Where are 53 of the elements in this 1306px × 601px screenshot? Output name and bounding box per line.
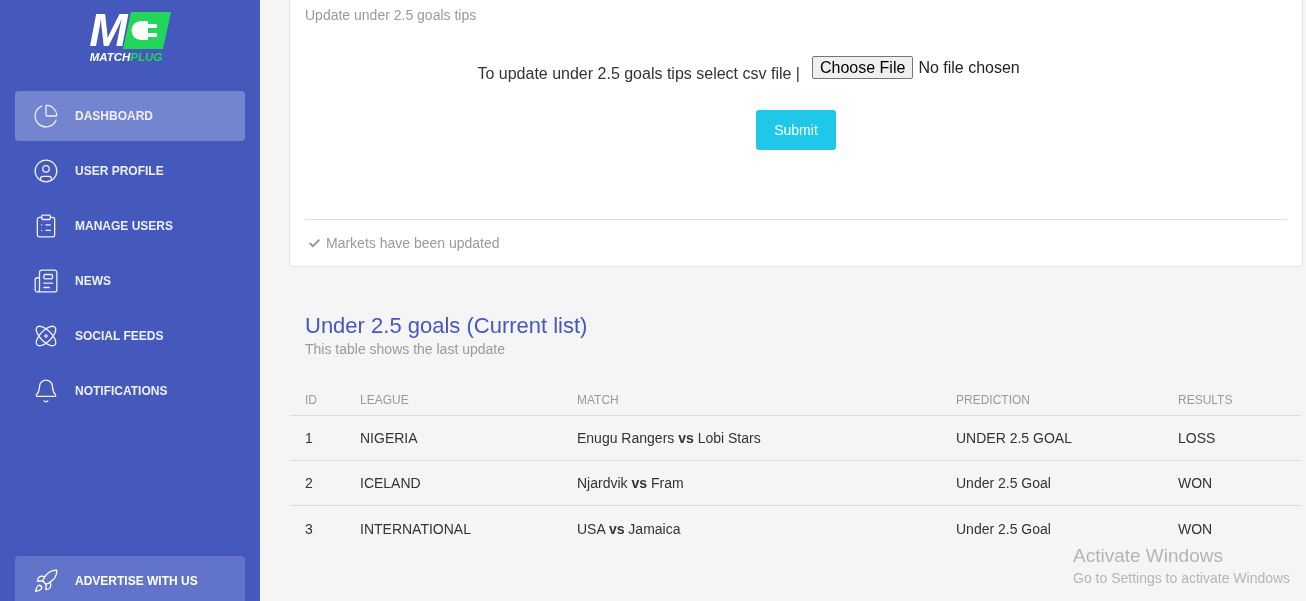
table-cell-text: WON xyxy=(1178,475,1214,491)
check-icon xyxy=(308,236,321,250)
table-cell-text: 2 xyxy=(305,475,314,491)
sidebar-item[interactable]: NOTIFICATIONS xyxy=(15,366,245,416)
sidebar-item-label: NOTIFICATIONS xyxy=(75,384,168,398)
table-cell-text: Enugu Rangers vs Lobi Stars xyxy=(577,430,762,446)
logo-letter: M xyxy=(89,11,126,49)
logo-wordmark: MATCH xyxy=(89,51,131,64)
table-cell-text: INTERNATIONAL xyxy=(360,520,472,537)
table-cell-text: Under 2.5 Goal xyxy=(956,520,1052,537)
sidebar-item[interactable]: NEWS xyxy=(15,256,245,306)
card-subtitle: Update under 2.5 goals tips xyxy=(305,6,478,25)
table-cell-text: LOSS xyxy=(1178,430,1217,446)
section-subtitle: This table shows the last update xyxy=(305,340,506,358)
table-cell-text: Under 2.5 Goal xyxy=(956,475,1052,491)
table-cell-text: ICELAND xyxy=(360,475,422,491)
choose-file-button[interactable]: Choose File xyxy=(812,56,914,79)
sidebar-item-label: MANAGE USERS xyxy=(75,219,173,233)
user-icon xyxy=(33,158,59,184)
table-cell-text: NIGERIA xyxy=(360,430,419,446)
file-status: No file chosen xyxy=(918,58,1020,77)
table-cell-text: WON xyxy=(1178,520,1214,537)
table-cell-text: UNDER 2.5 GOAL xyxy=(956,430,1073,446)
sidebar-item-label: USER PROFILE xyxy=(75,164,164,178)
activation-message: Go to Settings to activate Windows xyxy=(1073,569,1291,588)
column-header: RESULTS xyxy=(1178,392,1234,407)
column-header: LEAGUE xyxy=(360,392,410,407)
advertise-label: ADVERTISE WITH US xyxy=(75,574,198,588)
sidebar-item[interactable]: DASHBOARD xyxy=(15,91,245,141)
column-header: MATCH xyxy=(577,392,620,407)
table-cell-text: USA vs Jamaica xyxy=(577,520,682,537)
column-header: PREDICTION xyxy=(956,392,1031,407)
table-cell-text: 3 xyxy=(305,520,314,537)
rocket-icon xyxy=(33,568,59,594)
sidebar-item[interactable]: USER PROFILE xyxy=(15,146,245,196)
section-title: Under 2.5 goals (Current list) xyxy=(305,313,589,339)
column-header: ID xyxy=(305,392,318,407)
sidebar-item-label: SOCIAL FEEDS xyxy=(75,329,164,343)
newspaper-icon xyxy=(33,268,59,294)
bell-icon xyxy=(33,378,59,404)
sidebar-item[interactable]: MANAGE USERS xyxy=(15,201,245,251)
sidebar-item[interactable]: SOCIAL FEEDS xyxy=(15,311,245,361)
sidebar-item-label: NEWS xyxy=(75,274,111,288)
table-cell-text: 1 xyxy=(305,430,314,446)
atom-icon xyxy=(33,323,59,349)
logo-wordmark: PLUG xyxy=(130,51,163,64)
table-cell-text: Njardvik vs Fram xyxy=(577,475,685,491)
status-message: Markets have been updated xyxy=(326,235,500,251)
pie-chart-icon xyxy=(33,103,59,129)
field-label: To update under 2.5 goals tips select csv file | xyxy=(477,65,800,83)
sidebar-item-label: DASHBOARD xyxy=(75,109,153,123)
advertise-button[interactable]: ADVERTISE WITH US xyxy=(15,556,245,601)
activation-title: Activate Windows xyxy=(1073,544,1224,568)
